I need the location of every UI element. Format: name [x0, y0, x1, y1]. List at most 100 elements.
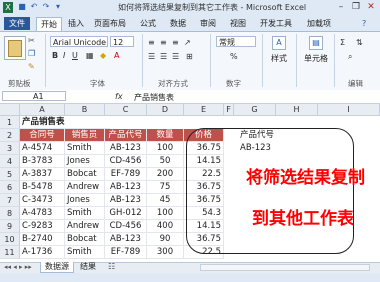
font-size-select[interactable]: 12 — [110, 36, 134, 47]
autosum-icon[interactable]: Σ — [340, 38, 345, 47]
underline-button[interactable]: U — [72, 51, 78, 60]
row-header[interactable]: 1 — [0, 116, 20, 129]
table-cell[interactable]: A-1736 — [20, 246, 65, 259]
table-cell[interactable]: A-3837 — [20, 168, 65, 181]
table-cell[interactable]: 300 — [147, 246, 184, 259]
redo-icon[interactable]: ↷ — [41, 2, 51, 12]
help-icon[interactable]: ? — [362, 17, 366, 30]
tab-insert[interactable]: 插入 — [68, 17, 84, 30]
row-header[interactable]: 4 — [0, 155, 20, 168]
row-header[interactable]: 6 — [0, 181, 20, 194]
table-cell[interactable]: A-4574 — [20, 142, 65, 155]
percent-button[interactable]: % — [230, 52, 238, 61]
header-cell[interactable]: 产品代号 — [105, 129, 147, 142]
table-cell[interactable]: AB-123 — [105, 181, 147, 194]
column-header-g[interactable]: G — [234, 104, 276, 116]
table-cell[interactable]: Jones — [65, 194, 105, 207]
table-cell[interactable]: Jones — [65, 155, 105, 168]
table-cell[interactable]: AB-123 — [105, 142, 147, 155]
styles-button[interactable]: A 样式 — [268, 36, 290, 66]
format-painter-icon[interactable]: ✎ — [28, 62, 35, 71]
table-cell[interactable]: AB-123 — [105, 233, 147, 246]
table-cell[interactable]: B-3783 — [20, 155, 65, 168]
column-header-b[interactable]: B — [65, 104, 105, 116]
sheet-tab-source[interactable]: 数据源 — [40, 262, 74, 273]
insert-sheet-icon[interactable]: ☷ — [108, 262, 115, 271]
table-cell[interactable]: Smith — [65, 142, 105, 155]
column-header-i[interactable]: I — [318, 104, 380, 116]
cells-button[interactable]: ▤ 单元格 — [302, 36, 330, 66]
column-header-e[interactable]: E — [184, 104, 224, 116]
table-cell[interactable]: EF-789 — [105, 168, 147, 181]
minimize-icon[interactable]: – — [334, 1, 348, 13]
table-cell[interactable]: CD-456 — [105, 155, 147, 168]
undo-icon[interactable]: ↶ — [29, 2, 39, 12]
close-icon[interactable]: ✕ — [364, 1, 378, 13]
row-header[interactable]: 3 — [0, 142, 20, 155]
sort-filter-icon[interactable]: ⇅ — [356, 38, 363, 47]
table-cell[interactable]: B-2740 — [20, 233, 65, 246]
tab-view[interactable]: 视图 — [230, 17, 246, 30]
align-top-icon[interactable]: ≡ — [148, 38, 155, 47]
copy-icon[interactable]: ❐ — [28, 49, 35, 58]
header-cell[interactable]: 数量 — [147, 129, 184, 142]
table-cell[interactable]: 200 — [147, 168, 184, 181]
align-middle-icon[interactable]: ≡ — [160, 38, 167, 47]
cut-icon[interactable]: ✂ — [28, 36, 35, 45]
save-icon[interactable]: ■ — [17, 2, 27, 12]
fill-color-icon[interactable]: ◆ — [100, 51, 106, 60]
tab-developer[interactable]: 开发工具 — [260, 17, 292, 30]
table-cell[interactable]: C-9283 — [20, 220, 65, 233]
paste-button[interactable] — [4, 36, 26, 60]
formula-input[interactable]: 产品销售表 — [134, 92, 174, 103]
row-header[interactable]: 11 — [0, 246, 20, 259]
name-box[interactable]: A1 — [2, 91, 66, 101]
number-format-select[interactable]: 常规 — [216, 36, 256, 47]
table-cell[interactable]: Smith — [65, 246, 105, 259]
table-cell[interactable]: B-5478 — [20, 181, 65, 194]
select-all-corner[interactable] — [0, 104, 20, 116]
restore-icon[interactable]: ❐ — [349, 1, 363, 13]
table-cell[interactable]: EF-789 — [105, 246, 147, 259]
align-center-icon[interactable]: ☰ — [160, 52, 167, 61]
fx-icon[interactable]: fx — [115, 92, 123, 101]
tab-addins[interactable]: 加载项 — [307, 17, 331, 30]
table-cell[interactable]: Andrew — [65, 220, 105, 233]
row-header[interactable]: 2 — [0, 129, 20, 142]
horizontal-scrollbar[interactable] — [200, 264, 370, 271]
table-cell[interactable]: 100 — [147, 207, 184, 220]
table-cell[interactable]: 45 — [147, 194, 184, 207]
column-header-a[interactable]: A — [20, 104, 65, 116]
tab-page-layout[interactable]: 页面布局 — [94, 17, 126, 30]
table-cell[interactable]: 100 — [147, 142, 184, 155]
row-header[interactable]: 9 — [0, 220, 20, 233]
quick-access-dropdown-icon[interactable]: ▾ — [53, 2, 63, 12]
align-bottom-icon[interactable]: ≡ — [172, 38, 179, 47]
font-color-icon[interactable]: A — [114, 51, 119, 60]
column-header-d[interactable]: D — [147, 104, 184, 116]
bold-button[interactable]: B — [52, 51, 58, 60]
table-cell[interactable]: CD-456 — [105, 220, 147, 233]
sheet-nav-icon[interactable]: ◂◂ ◂ ▸ ▸▸ — [4, 263, 32, 271]
table-cell[interactable]: AB-123 — [105, 194, 147, 207]
header-cell[interactable]: 合同号 — [20, 129, 65, 142]
row-header[interactable]: 10 — [0, 233, 20, 246]
align-right-icon[interactable]: ☰ — [172, 52, 179, 61]
column-header-f[interactable]: F — [224, 104, 234, 116]
font-name-select[interactable]: Arial Unicode M — [50, 36, 108, 47]
tab-data[interactable]: 数据 — [170, 17, 186, 30]
find-icon[interactable]: ⌕ — [348, 52, 352, 62]
sheet-title-cell[interactable]: 产品销售表 — [20, 116, 110, 129]
row-header[interactable]: 5 — [0, 168, 20, 181]
tab-review[interactable]: 审阅 — [200, 17, 216, 30]
tab-home[interactable]: 开始 — [36, 17, 62, 31]
table-cell[interactable]: 90 — [147, 233, 184, 246]
align-left-icon[interactable]: ☰ — [148, 52, 155, 61]
merge-icon[interactable]: ⊞ — [186, 52, 193, 61]
table-cell[interactable]: GH-012 — [105, 207, 147, 220]
borders-icon[interactable]: ▦ — [86, 51, 94, 60]
orientation-icon[interactable]: ↗ — [184, 38, 191, 47]
table-cell[interactable]: 75 — [147, 181, 184, 194]
table-cell[interactable]: A-4783 — [20, 207, 65, 220]
row-header[interactable]: 7 — [0, 194, 20, 207]
